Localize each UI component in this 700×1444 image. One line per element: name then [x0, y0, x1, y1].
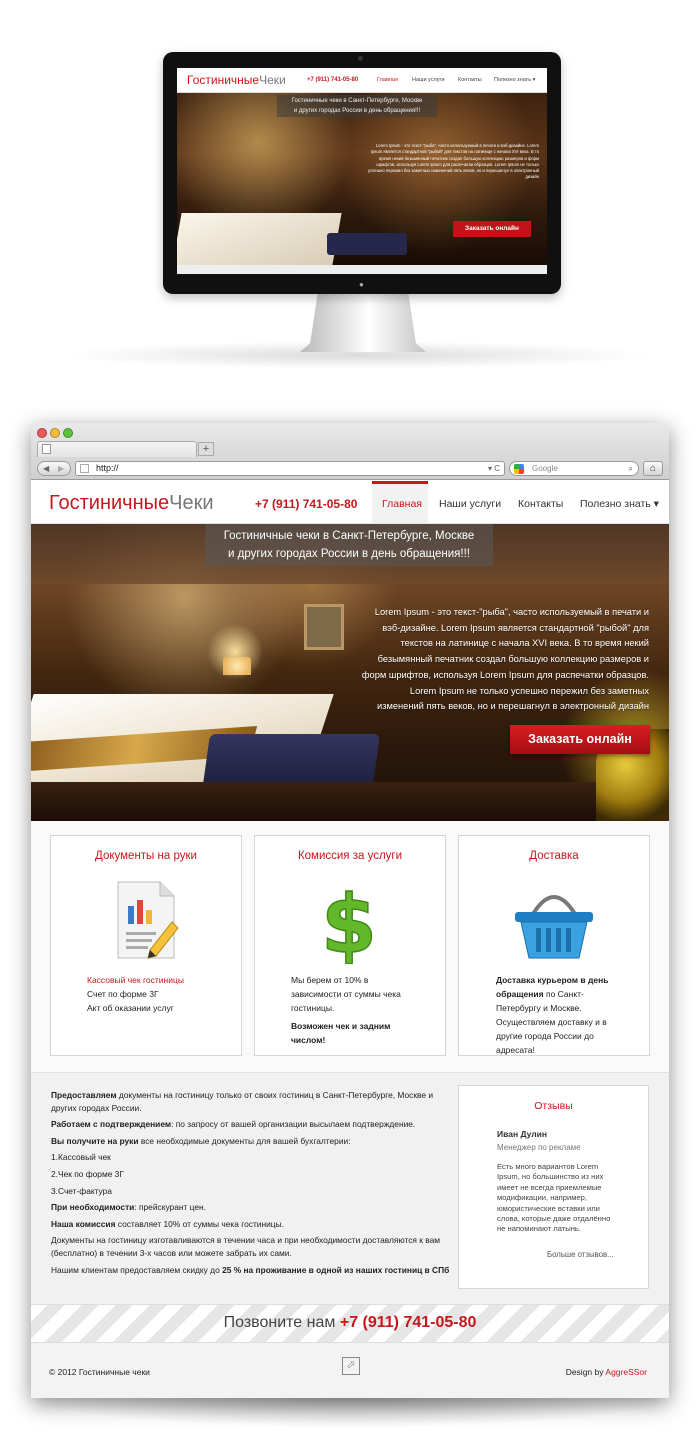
wall-picture	[304, 604, 344, 650]
mini-logo: ГостиничныеЧеки	[187, 73, 286, 87]
home-button[interactable]: ⌂	[643, 461, 663, 476]
site-header: ГостиничныеЧеки +7 (911) 741-05-80 Главн…	[31, 481, 669, 524]
search-input[interactable]: Google ⌕	[509, 461, 639, 476]
favicon-icon	[80, 464, 89, 473]
feature-body: Мы берем от 10% в зависимости от суммы ч…	[291, 975, 401, 1045]
reviews-title: Отзывы	[534, 1100, 573, 1112]
reviews-box: Отзывы Иван Дулин Менеджер по рекламе Ес…	[458, 1085, 649, 1289]
page-icon	[42, 444, 51, 454]
feature-body: Кассовый чек гостиницы Счет по форме 3Г …	[87, 973, 221, 1015]
svg-text:$: $	[321, 878, 377, 964]
list-item: 1.Кассовый чек	[51, 1152, 111, 1163]
minimize-window-icon[interactable]	[50, 428, 60, 438]
back-forward-buttons[interactable]: ◀ ▶	[37, 461, 71, 476]
dollar-icon: $	[320, 877, 377, 964]
list-item: 2.Чек по форме 3Г	[51, 1168, 124, 1179]
mini-nav-contacts: Контакты	[458, 77, 482, 83]
feature-card-docs: Документы на руки Кассовый чек гостиницы…	[50, 835, 242, 1056]
window-shadow	[30, 1398, 670, 1428]
mini-bed	[177, 213, 342, 265]
search-placeholder: Google	[532, 464, 558, 473]
basket-icon	[515, 895, 593, 959]
mini-nav-useful: Полезно знать ▾	[494, 77, 536, 83]
mini-order-button: Заказать онлайн	[453, 221, 531, 237]
google-icon	[514, 464, 524, 474]
designer-link[interactable]: AggreSSor	[605, 1367, 647, 1377]
scroll-up-icon[interactable]: ⬀	[342, 1357, 360, 1375]
mini-nav-services: Наши услуги	[412, 77, 445, 83]
nav-home[interactable]: Главная	[382, 498, 422, 510]
feature-title: Комиссия за услуги	[297, 850, 403, 862]
home-icon: ⌂	[649, 463, 657, 474]
monitor-screen: ГостиничныеЧеки +7 (911) 741-05-80 Главн…	[177, 68, 547, 274]
review-quote: Есть много вариантов Lorem Ipsum, но бол…	[497, 1162, 611, 1234]
nav-useful-dropdown[interactable]: Полезно знать ▾	[580, 498, 659, 510]
features-section: Документы на руки Кассовый чек гостиницы…	[31, 821, 669, 1073]
feature-body: Доставка курьером в день обращения по Са…	[496, 975, 609, 1055]
browser-chrome: + ◀ ▶ http:// ▾ C Google ⌕ ⌂	[31, 423, 669, 480]
mini-tagline: Гостиничные чеки в Санкт-Петербурге, Мос…	[277, 95, 437, 117]
hero-text: Lorem Ipsum - это текст-"рыба", часто ис…	[361, 607, 649, 712]
mini-hero: Гостиничные чеки в Санкт-Петербурге, Мос…	[177, 93, 547, 265]
zoom-window-icon[interactable]	[63, 428, 73, 438]
apple-logo-icon: ●	[359, 280, 364, 289]
url-text: http://	[96, 463, 119, 473]
mini-nav-home: Главная	[377, 77, 398, 83]
feature-line-act: Акт об оказании услуг	[87, 1003, 174, 1013]
url-bar[interactable]: http:// ▾ C	[75, 461, 505, 476]
feature-card-commission: Комиссия за услуги $ Мы берем от 10% в з…	[254, 835, 446, 1056]
lamp	[223, 657, 251, 675]
mini-bench	[327, 233, 407, 255]
search-icon[interactable]: ⌕	[629, 462, 633, 475]
new-tab-button[interactable]: +	[198, 442, 214, 456]
reload-icon[interactable]: ▾ C	[488, 462, 500, 475]
website: ГостиничныеЧеки +7 (911) 741-05-80 Главн…	[31, 481, 669, 1398]
designer-credit: Design by AggreSSor	[565, 1367, 647, 1377]
call-bar: Позвоните нам +7 (911) 741-05-80	[31, 1304, 669, 1342]
camera-icon	[358, 56, 363, 61]
back-arrow-icon[interactable]: ◀	[43, 464, 49, 473]
header-phone: +7 (911) 741-05-80	[255, 497, 358, 511]
reviewer-name: Иван Дулин	[497, 1129, 547, 1139]
list-item: 3.Счет-фактура	[51, 1185, 112, 1196]
hero-banner: Гостиничные чеки в Санкт-Петербурге, Мос…	[31, 524, 669, 821]
nav-services[interactable]: Наши услуги	[439, 498, 501, 510]
nav-contacts[interactable]: Контакты	[518, 498, 563, 510]
call-text: Позвоните нам +7 (911) 741-05-80	[223, 1314, 477, 1331]
site-logo[interactable]: ГостиничныеЧеки	[49, 492, 214, 515]
feature-title: Доставка	[529, 850, 579, 862]
mini-hero-text: Lorem Ipsum - это текст-"рыба", часто ис…	[367, 143, 539, 180]
mini-footer	[177, 265, 547, 274]
copyright: © 2012 Гостиничные чеки	[49, 1367, 150, 1377]
monitor-mockup: ГостиничныеЧеки +7 (911) 741-05-80 Главн…	[163, 52, 561, 294]
monitor-stand	[300, 294, 426, 352]
info-section: Предоставляем документы на гостиницу тол…	[31, 1073, 669, 1304]
close-window-icon[interactable]	[37, 428, 47, 438]
mini-phone: +7 (911) 741-05-80	[307, 77, 359, 83]
hero-tagline: Гостиничные чеки в Санкт-Петербурге, Мос…	[205, 524, 493, 566]
site-footer: © 2012 Гостиничные чеки ⬀ Design by Aggr…	[31, 1342, 669, 1398]
order-online-button[interactable]: Заказать онлайн	[510, 725, 650, 754]
feature-card-delivery: Доставка Доставка курьером в день обраще…	[458, 835, 650, 1056]
feature-line-form: Счет по форме 3Г	[87, 989, 159, 999]
mini-header: ГостиничныеЧеки +7 (911) 741-05-80 Главн…	[177, 68, 547, 93]
document-icon	[117, 881, 179, 959]
forward-arrow-icon[interactable]: ▶	[58, 464, 64, 473]
floor	[31, 782, 669, 821]
feature-line-receipt[interactable]: Кассовый чек гостиницы	[87, 973, 221, 987]
call-phone[interactable]: +7 (911) 741-05-80	[340, 1314, 477, 1331]
browser-window: + ◀ ▶ http:// ▾ C Google ⌕ ⌂ Гостиничные…	[31, 423, 669, 1398]
feature-title: Документы на руки	[95, 850, 197, 862]
browser-tab[interactable]	[37, 441, 197, 457]
more-reviews-link[interactable]: Больше отзывов...	[547, 1250, 614, 1259]
reviewer-role: Менеджер по рекламе	[497, 1143, 581, 1152]
info-text: Предоставляем документы на гостиницу тол…	[51, 1090, 450, 1275]
